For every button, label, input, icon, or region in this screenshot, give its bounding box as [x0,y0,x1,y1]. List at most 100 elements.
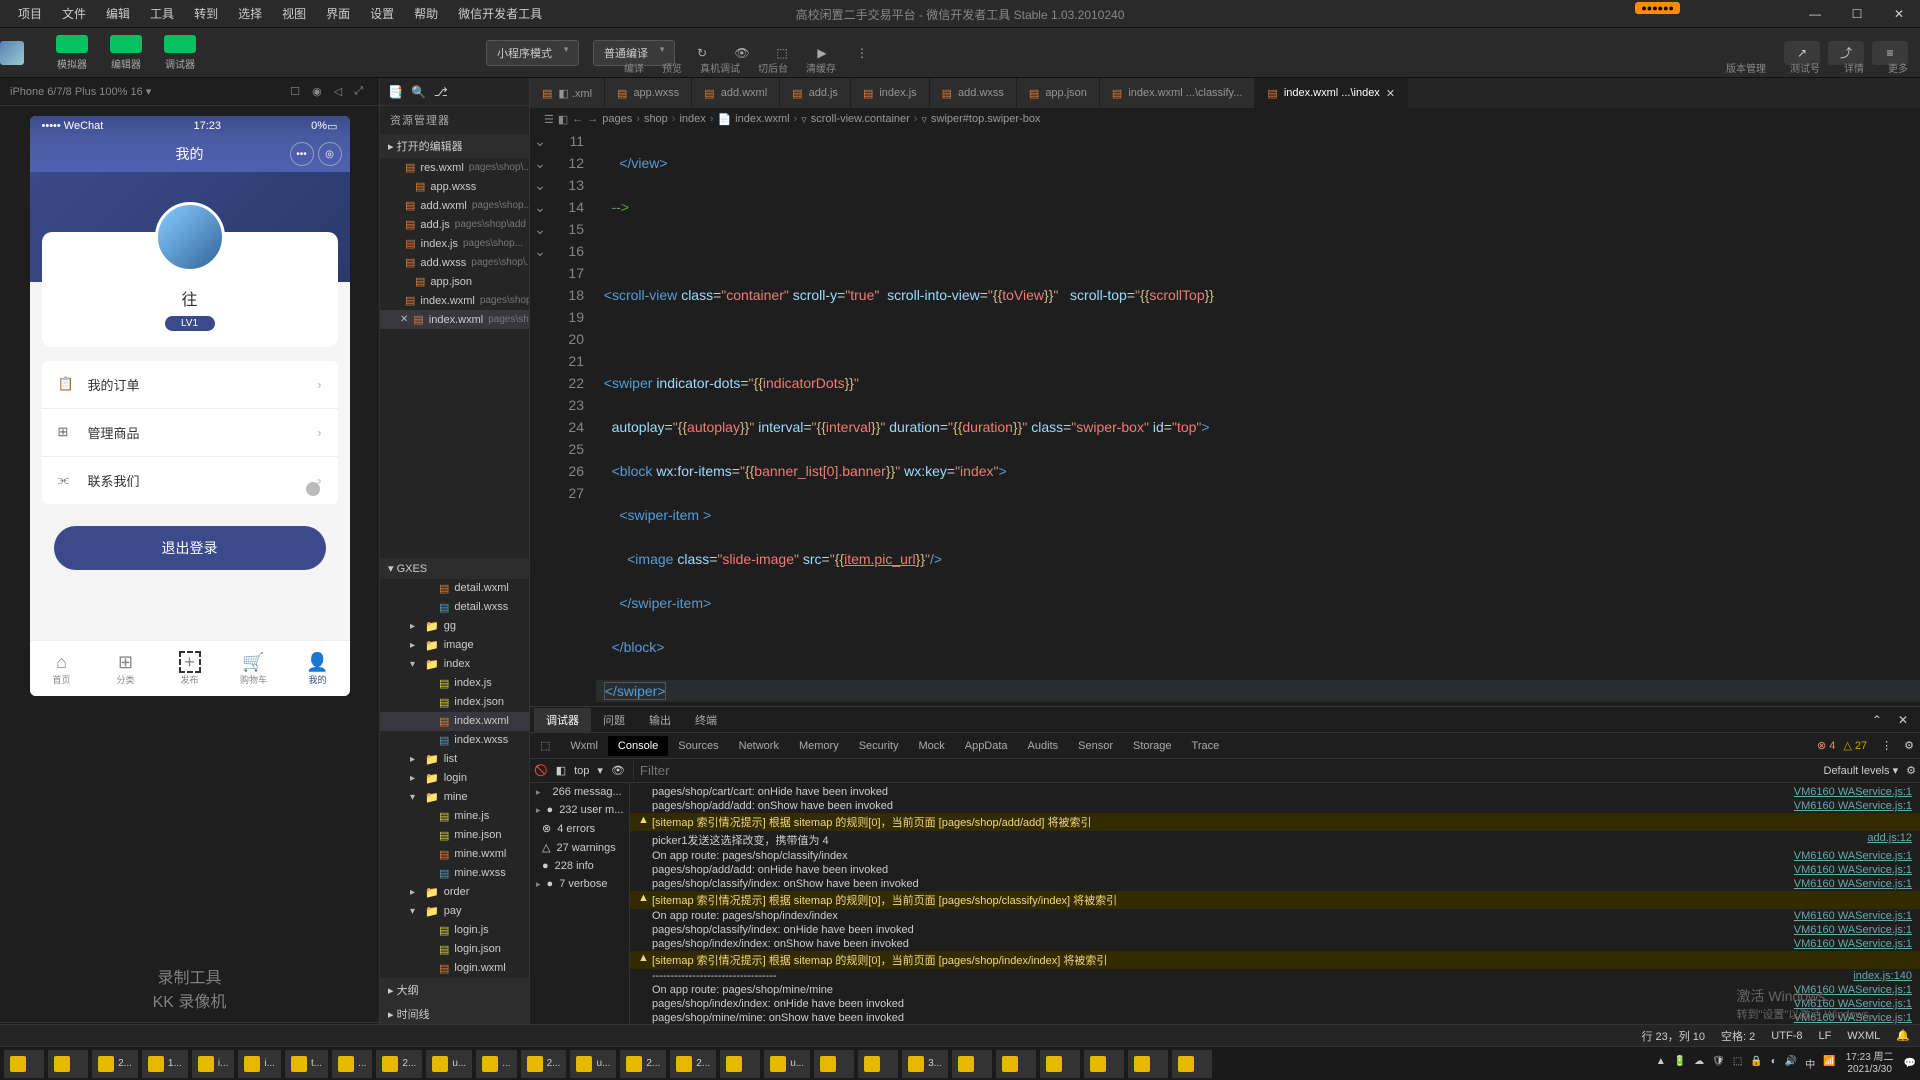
file-item[interactable]: ▤ login.wxml [380,959,529,978]
close-button[interactable]: ✕ [1878,0,1920,28]
tray-icon[interactable]: ◐ [1771,1056,1777,1071]
devtool-inspect-icon[interactable]: ⬚ [530,735,560,756]
console-sidebar-icon[interactable]: ◧ [556,764,566,777]
file-item[interactable]: ▤ detail.wxss [380,598,529,617]
error-badge[interactable]: ⊗ 4 [1817,739,1835,752]
sim-record-icon[interactable]: ◉ [306,85,328,98]
encoding[interactable]: UTF-8 [1771,1030,1802,1042]
taskbar-item[interactable] [720,1050,760,1078]
open-editors-section[interactable]: ▸ 打开的编辑器 [380,134,529,158]
user-avatar[interactable] [0,41,24,65]
devtool-wxml[interactable]: Wxml [560,736,608,756]
tray-clock[interactable]: 17:23 周二 2021/3/30 [1846,1052,1894,1076]
menu-select[interactable]: 选择 [228,5,272,22]
logout-button[interactable]: 退出登录 [54,526,326,570]
btn-editor[interactable]: 编辑器 [100,31,152,75]
taskbar-item[interactable] [996,1050,1036,1078]
eol[interactable]: LF [1818,1030,1831,1042]
profile-avatar[interactable] [155,202,225,272]
open-editor-file[interactable]: ▤ add.js pages\shop\add [380,215,529,234]
cursor-pos[interactable]: 行 23，列 10 [1641,1028,1705,1044]
file-item[interactable]: ▤ mine.wxss [380,864,529,883]
folder-item[interactable]: ▾📁 pay [380,902,529,921]
open-editor-file[interactable]: ▤ index.js pages\shop... [380,234,529,253]
console-filter-row[interactable]: △27 warnings [530,838,629,857]
devtool-memory[interactable]: Memory [789,736,849,756]
menu-wxdev[interactable]: 微信开发者工具 [448,5,552,22]
devtool-storage[interactable]: Storage [1123,736,1182,756]
console-filter-row[interactable]: ▸●7 verbose [530,875,629,893]
devtool-mock[interactable]: Mock [908,736,954,756]
taskbar-item[interactable]: i... [238,1050,281,1078]
file-item[interactable]: ▤ mine.js [380,807,529,826]
file-item[interactable]: ▤ index.js [380,674,529,693]
tray-icon[interactable]: 📶 [1823,1056,1835,1071]
devtool-sources[interactable]: Sources [668,736,728,756]
folder-item[interactable]: ▸📁 list [380,750,529,769]
console-clear-icon[interactable]: 🚫 [534,764,548,777]
tab-publish[interactable]: +发布 [158,641,222,696]
breadcrumb[interactable]: ☰◧←→ pages› shop› index› 📄index.wxml› ▿s… [530,108,1920,130]
taskbar-item[interactable] [814,1050,854,1078]
dbg-tab-terminal[interactable]: 终端 [683,708,729,732]
console-filter-row[interactable]: ▸266 messag... [530,783,629,801]
folder-item[interactable]: ▸📁 order [380,883,529,902]
console-output[interactable]: pages/shop/cart/cart: onHide have been i… [630,783,1920,1046]
tray-icon[interactable]: 🔊 [1785,1056,1797,1071]
editor-tab[interactable]: ▤add.wxml [692,78,780,108]
taskbar-item[interactable] [48,1050,88,1078]
tray-icon[interactable]: ☁ [1694,1056,1704,1071]
menu-ui[interactable]: 界面 [316,5,360,22]
dbg-close-icon[interactable]: ✕ [1890,713,1916,727]
explorer-icon[interactable]: 📑 [388,85,403,99]
open-editor-file[interactable]: ▤ app.wxss [380,177,529,196]
editor-tab[interactable]: ▤add.wxss [930,78,1017,108]
cache-icon[interactable]: ⋮ [849,40,875,66]
menu-contact[interactable]: ⫘ 联系我们› [42,457,338,504]
console-filter-row[interactable]: ▸●232 user m... [530,801,629,819]
sim-rotate-icon[interactable]: ☐ [284,85,306,98]
folder-item[interactable]: ▸📁 image [380,636,529,655]
dbg-tab-debugger[interactable]: 调试器 [534,708,591,732]
taskbar-item[interactable]: 2... [620,1050,666,1078]
bell-icon[interactable]: 🔔 [1896,1029,1910,1042]
tab-mine[interactable]: 👤我的 [286,641,350,696]
search-icon[interactable]: 🔍 [411,85,426,99]
taskbar-item[interactable]: 3... [902,1050,948,1078]
code-editor[interactable]: ⌄⌄⌄⌄⌄⌄ 111213141516171819202122232425262… [530,130,1920,706]
folder-item[interactable]: ▾📁 index [380,655,529,674]
outline-section[interactable]: ▸ 大纲 [380,978,529,1002]
editor-tab[interactable]: ▤◧ .xml [530,78,605,108]
menu-manage[interactable]: ⊞ 管理商品› [42,409,338,457]
file-item[interactable]: ▤ index.wxml [380,712,529,731]
taskbar-item[interactable] [858,1050,898,1078]
folder-item[interactable]: ▾📁 mine [380,788,529,807]
tab-cart[interactable]: 🛒购物车 [222,641,286,696]
dbg-tab-output[interactable]: 输出 [637,708,683,732]
devtool-console[interactable]: Console [608,736,668,756]
taskbar-item[interactable] [1084,1050,1124,1078]
console-levels[interactable]: Default levels ▾ [1824,764,1899,777]
menu-file[interactable]: 文件 [52,5,96,22]
menu-orders[interactable]: 📋 我的订单› [42,361,338,409]
tray-icon[interactable]: 中 [1805,1056,1815,1071]
console-filter-row[interactable]: ●228 info [530,857,629,875]
file-item[interactable]: ▤ index.json [380,693,529,712]
devtool-appdata[interactable]: AppData [955,736,1018,756]
open-editor-file[interactable]: ▤ add.wxml pages\shop... [380,196,529,215]
warning-badge[interactable]: △ 27 [1843,739,1867,752]
language[interactable]: WXML [1847,1030,1880,1042]
open-editor-file[interactable]: ▤ app.json [380,272,529,291]
taskbar-item[interactable]: 2... [92,1050,138,1078]
menu-view[interactable]: 视图 [272,5,316,22]
taskbar-item[interactable]: ... [332,1050,372,1078]
btn-debugger[interactable]: 调试器 [154,31,206,75]
tab-home[interactable]: ⌂首页 [30,641,94,696]
editor-tab[interactable]: ▤index.wxml ...\index ✕ [1255,78,1408,108]
devtool-network[interactable]: Network [729,736,789,756]
console-settings-icon[interactable]: ⚙ [1906,764,1916,777]
editor-tab[interactable]: ▤index.js [851,78,930,108]
taskbar-item[interactable] [1040,1050,1080,1078]
editor-tab[interactable]: ▤app.json [1017,78,1100,108]
project-section[interactable]: ▾ GXES [380,558,529,579]
